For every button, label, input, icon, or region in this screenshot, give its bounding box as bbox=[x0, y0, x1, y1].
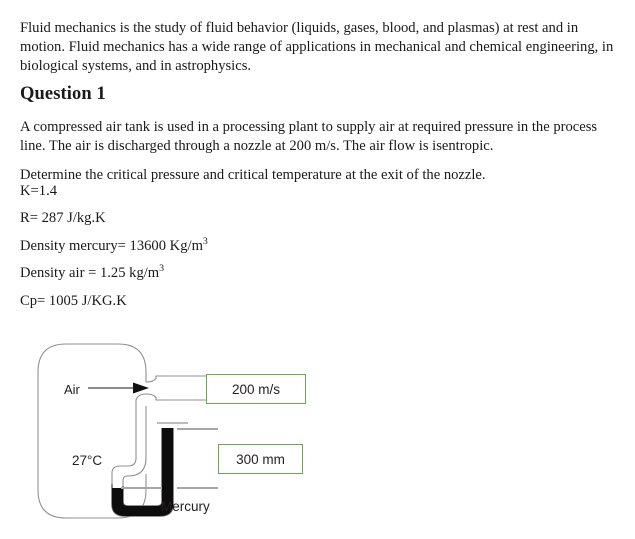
given-values-list: K=1.4 R= 287 J/kg.K Density mercury= 136… bbox=[20, 182, 420, 319]
given-value-density-air-text: Density air = 1.25 kg/m bbox=[20, 265, 160, 282]
manometer-connecting-tube bbox=[111, 393, 147, 486]
mercury-column bbox=[162, 428, 173, 508]
given-value-density-air-exponent: 3 bbox=[159, 263, 165, 275]
intro-paragraph: Fluid mechanics is the study of fluid be… bbox=[20, 19, 614, 74]
callout-exit-velocity: 200 m/s bbox=[206, 374, 306, 404]
tank-air-label: Air bbox=[64, 382, 80, 397]
nozzle-dimension-lines bbox=[173, 375, 208, 401]
question-statement: A compressed air tank is used in a proce… bbox=[20, 118, 598, 154]
given-value-cp: Cp= 1005 J/KG.K bbox=[20, 292, 127, 309]
callout-manometer-height: 300 mm bbox=[218, 444, 303, 474]
given-value-density-mercury-text: Density mercury= 13600 Kg/m bbox=[20, 237, 203, 254]
given-value-density-mercury: Density mercury= 13600 Kg/m3 bbox=[20, 235, 420, 264]
question-heading: Question 1 bbox=[20, 84, 106, 105]
given-value-density-mercury-exponent: 3 bbox=[202, 235, 208, 247]
mercury-label: Mercury bbox=[161, 499, 210, 514]
tank-temperature-label: 27°C bbox=[72, 453, 103, 468]
tank-outline bbox=[37, 343, 147, 519]
nozzle-pipe bbox=[145, 375, 203, 401]
given-value-gas-constant: R= 287 J/kg.K bbox=[20, 210, 106, 227]
document-page: Fluid mechanics is the study of fluid be… bbox=[0, 0, 635, 539]
given-value-k: K=1.4 bbox=[20, 183, 58, 199]
given-value-density-air: Density air = 1.25 kg/m3 bbox=[20, 264, 420, 291]
air-flow-arrow bbox=[88, 382, 149, 394]
air-tank-diagram: Air 27°C Mercury 200 m/s 300 mm bbox=[28, 336, 328, 532]
